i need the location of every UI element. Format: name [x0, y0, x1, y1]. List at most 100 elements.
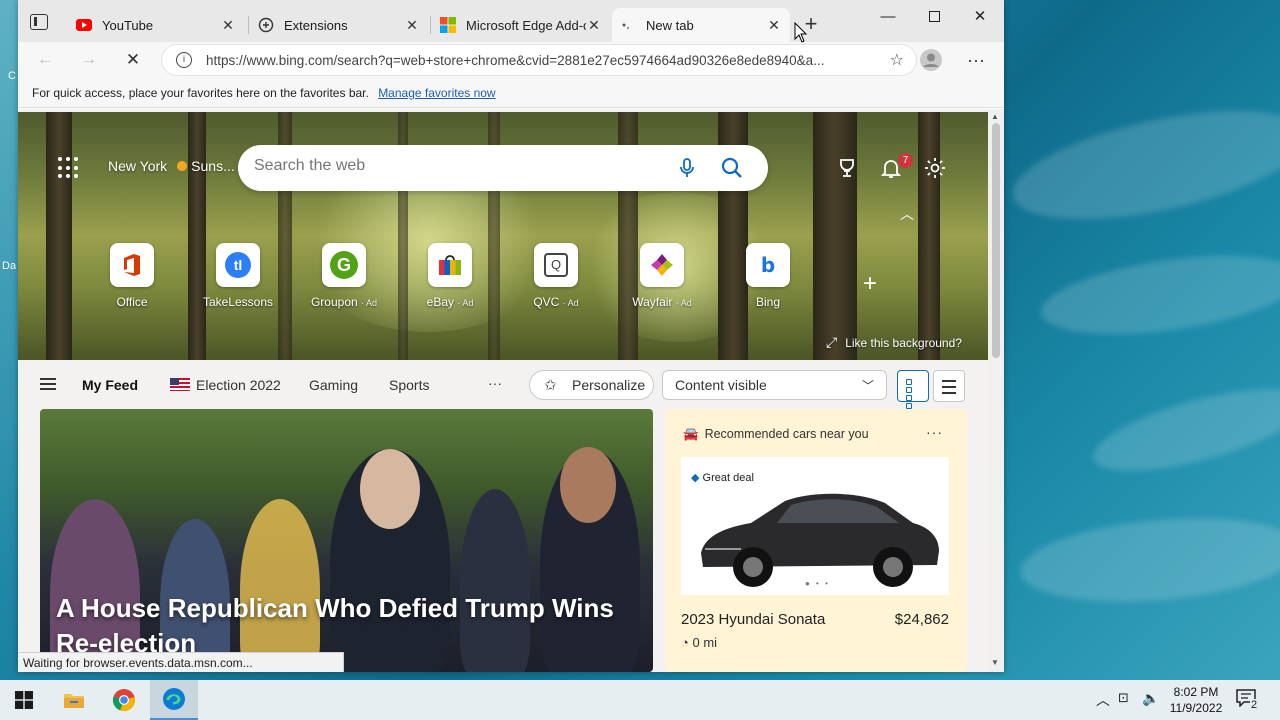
search-input[interactable]	[254, 157, 654, 175]
scroll-up-arrow[interactable]: ▲	[991, 112, 999, 121]
quick-link-label: Wayfair	[632, 295, 673, 309]
car-model[interactable]: 2023 Hyundai Sonata	[681, 611, 825, 628]
clock-date: 11/9/2022	[1169, 701, 1223, 715]
close-tab-icon[interactable]: ✕	[220, 17, 236, 34]
quick-link-label: Office	[116, 295, 148, 309]
volume-icon[interactable]: 🔈	[1142, 690, 1159, 707]
add-quick-link-button[interactable]: +	[863, 270, 877, 298]
quick-link-office[interactable]: Office	[87, 243, 177, 309]
app-launcher-icon[interactable]	[58, 157, 80, 179]
settings-more-icon[interactable]: ···	[963, 48, 989, 72]
back-arrow-icon[interactable]: ←	[32, 48, 58, 72]
carousel-indicator[interactable]: ● • •	[805, 579, 830, 588]
quick-link-wayfair[interactable]: Wayfair · Ad	[617, 243, 707, 309]
close-tab-icon[interactable]: ✕	[766, 17, 782, 34]
tab-actions-icon[interactable]	[30, 14, 48, 30]
grid-view-button[interactable]	[897, 370, 929, 409]
car-icon: 🚘	[683, 427, 699, 441]
action-center-button[interactable]: 2	[1236, 689, 1260, 711]
news-card[interactable]: A House Republican Who Defied Trump Wins…	[40, 409, 653, 672]
hamburger-menu-icon[interactable]	[40, 378, 56, 390]
profile-avatar-icon[interactable]	[918, 48, 944, 72]
forward-arrow-icon[interactable]: →	[76, 48, 102, 72]
edge-button[interactable]	[150, 680, 198, 720]
page-scrollbar[interactable]: ▲ ▼	[988, 109, 1004, 672]
start-button[interactable]	[0, 680, 48, 720]
address-url[interactable]: https://www.bing.com/search?q=web+store+…	[206, 53, 856, 68]
deal-badge: Great deal	[702, 472, 754, 484]
car-image[interactable]: ◆ Great deal ● • •	[681, 457, 949, 595]
puzzle-icon	[258, 17, 274, 33]
quick-link-ebay[interactable]: eBay · Ad	[405, 243, 495, 309]
quick-link-label: Bing	[755, 295, 781, 309]
tab-edge-addons[interactable]: Microsoft Edge Add-o ✕	[432, 8, 610, 42]
show-hidden-icons-chevron[interactable]: ︿	[1096, 690, 1110, 710]
scrollbar-thumb[interactable]	[992, 123, 1000, 358]
card-options-icon[interactable]: ···	[926, 424, 943, 440]
microphone-icon[interactable]	[676, 157, 698, 179]
tab-youtube[interactable]: YouTube ✕	[68, 8, 244, 42]
search-box[interactable]	[238, 145, 768, 191]
close-tab-icon[interactable]: ✕	[586, 17, 602, 34]
favorites-bar-message: For quick access, place your favorites h…	[32, 86, 369, 100]
quick-link-label: Groupon	[310, 295, 358, 309]
close-tab-icon[interactable]: ✕	[404, 17, 420, 34]
quick-link-bing[interactable]: b Bing	[723, 243, 813, 309]
nav-election-label: Election 2022	[196, 377, 281, 393]
list-view-button[interactable]	[933, 370, 965, 402]
search-icon[interactable]	[720, 156, 744, 180]
desktop-icon-label[interactable]: Da	[0, 260, 20, 300]
maximize-button[interactable]	[911, 0, 957, 32]
us-flag-icon	[170, 378, 190, 391]
quick-link-takelessons[interactable]: tl TakeLessons	[193, 243, 283, 309]
quick-link-qvc[interactable]: Q QVC · Ad	[511, 243, 601, 309]
tab-title: YouTube	[102, 17, 154, 33]
wayfair-icon	[651, 254, 673, 276]
minimize-button[interactable]: ―	[865, 0, 911, 32]
file-explorer-button[interactable]	[50, 680, 98, 720]
browser-window: YouTube ✕ Extensions ✕ Microsoft Edge Ad…	[18, 0, 1004, 672]
address-bar[interactable]: i https://www.bing.com/search?q=web+stor…	[162, 45, 916, 75]
taskbar: ︿ ⊡ 🔈 8:02 PM 11/9/2022 2	[0, 680, 1280, 720]
mouse-cursor-icon	[794, 22, 808, 43]
rewards-trophy-icon[interactable]	[835, 156, 859, 180]
manage-favorites-link[interactable]: Manage favorites now	[378, 86, 495, 100]
content-visible-dropdown[interactable]: Content visible ﹀	[662, 370, 887, 400]
collapse-chevron-icon[interactable]: ︿	[900, 204, 914, 224]
network-icon[interactable]: ⊡	[1118, 690, 1129, 706]
nav-election[interactable]: Election 2022	[170, 377, 281, 393]
quick-link-groupon[interactable]: G Groupon · Ad	[299, 243, 389, 309]
chrome-icon	[112, 689, 135, 712]
desktop-icon-label[interactable]: C	[0, 70, 20, 110]
tab-new-tab[interactable]: New tab ✕	[612, 8, 790, 42]
like-background-link[interactable]: ⤢ Like this background?	[826, 334, 962, 351]
news-headline[interactable]: A House Republican Who Defied Trump Wins…	[56, 591, 646, 661]
status-bar: Waiting for browser.events.data.msn.com.…	[18, 652, 344, 672]
site-info-icon[interactable]: i	[176, 52, 192, 68]
recommended-cars-card[interactable]: 🚘 Recommended cars near you ··· ◆ Great d…	[665, 409, 967, 672]
clock[interactable]: 8:02 PM 11/9/2022	[1166, 684, 1226, 716]
scroll-down-arrow[interactable]: ▼	[991, 658, 999, 667]
car-price: $24,862	[894, 611, 949, 628]
nav-sports[interactable]: Sports	[389, 377, 429, 393]
gear-icon[interactable]	[923, 156, 947, 180]
chevron-down-icon: ﹀	[861, 379, 874, 393]
notification-count: 2	[1250, 699, 1259, 711]
weather-widget[interactable]: New York Suns...	[108, 158, 235, 174]
odometer-icon: ◔	[681, 635, 689, 650]
background-image: New York Suns... 7 ︿ Office tl TakeLesson…	[18, 112, 988, 360]
personalize-button[interactable]: ✩ Personalize	[529, 370, 654, 400]
quick-link-label: eBay	[426, 295, 454, 309]
chrome-button[interactable]	[100, 680, 148, 720]
car-mileage: 0 mi	[692, 635, 718, 650]
tab-extensions[interactable]: Extensions ✕	[250, 8, 428, 42]
ad-label: · Ad	[457, 298, 474, 308]
nav-my-feed[interactable]: My Feed	[82, 377, 138, 393]
nav-gaming[interactable]: Gaming	[309, 377, 358, 393]
tab-bar: YouTube ✕ Extensions ✕ Microsoft Edge Ad…	[18, 0, 1004, 42]
close-window-button[interactable]: ✕	[957, 0, 1003, 32]
stop-loading-icon[interactable]: ✕	[120, 48, 146, 72]
loading-icon	[620, 17, 636, 33]
nav-more-button[interactable]: ···	[488, 375, 502, 391]
add-favorite-icon[interactable]: ☆	[890, 50, 904, 70]
